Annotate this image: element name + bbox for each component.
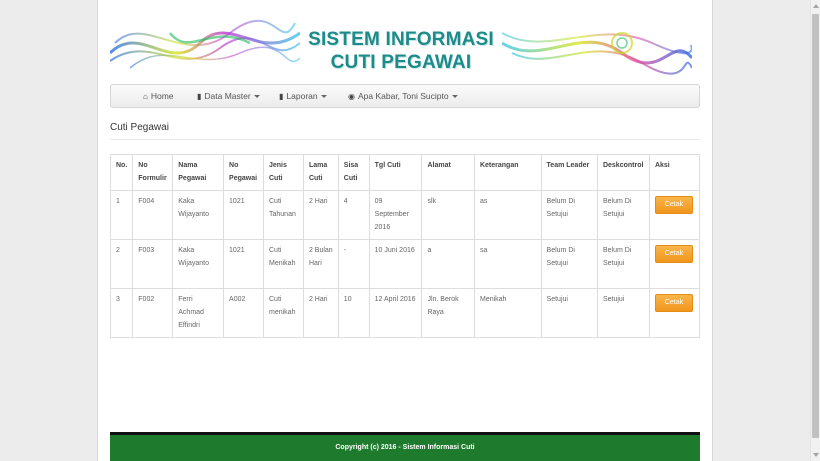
nav-data-master[interactable]: ▮ Data Master bbox=[197, 85, 260, 107]
col-header-jenis-cuti: Jenis Cuti bbox=[263, 154, 304, 191]
cell-tgl-cuti: 10 Juni 2016 bbox=[368, 239, 423, 289]
cell-nama-pegawai: Kaka Wijayanto bbox=[172, 190, 225, 240]
cetak-button[interactable]: Cetak bbox=[654, 294, 693, 312]
col-header-sisa-cuti: Sisa Cuti bbox=[337, 154, 370, 191]
table-row: 2 F003 Kaka Wijayanto 1021 Cuti Menikah … bbox=[109, 239, 701, 289]
cetak-button[interactable]: Cetak bbox=[654, 196, 693, 214]
cell-nama-pegawai: Ferri Achmad Effindri bbox=[172, 288, 225, 338]
cell-team-leader: Belum Di Setujui bbox=[540, 239, 598, 289]
cell-sisa-cuti: 10 bbox=[337, 288, 370, 338]
table-header-row: No. No Formulir Nama Pegawai No Pegawai … bbox=[109, 154, 701, 191]
cell-team-leader: Setujui bbox=[540, 288, 598, 338]
file-icon: ▮ bbox=[197, 92, 202, 101]
cell-keterangan: sa bbox=[473, 239, 542, 289]
cell-team-leader: Belum Di Setujui bbox=[540, 190, 598, 240]
cell-alamat: a bbox=[421, 239, 475, 289]
divider bbox=[110, 139, 700, 140]
page-container: SISTEM INFORMASI CUTI PEGAWAI ⌂ Home ▮ Dat… bbox=[97, 0, 713, 461]
col-header-lama-cuti: Lama Cuti bbox=[302, 154, 339, 191]
col-header-aksi: Aksi bbox=[648, 154, 701, 191]
nav-user-menu[interactable]: ◉ Apa Kabar, Toni Sucipto bbox=[348, 85, 458, 107]
cell-deskcontrol: Belum Di Setujui bbox=[596, 239, 650, 289]
cell-lama-cuti: 2 Hari bbox=[302, 288, 339, 338]
cell-no-pegawai: A002 bbox=[223, 288, 264, 338]
cell-deskcontrol: Setujui bbox=[596, 288, 650, 338]
nav-laporan-label: Laporan bbox=[286, 91, 318, 101]
cell-jenis-cuti: Cuti menikah bbox=[263, 288, 304, 338]
cell-aksi: Cetak bbox=[648, 288, 701, 338]
nav-laporan[interactable]: ▮ Laporan bbox=[279, 85, 327, 107]
cell-alamat: Jln. Berok Raya bbox=[421, 288, 475, 338]
nav-home-label: Home bbox=[150, 91, 174, 101]
home-icon: ⌂ bbox=[143, 92, 148, 101]
page-title: Cuti Pegawai bbox=[110, 122, 169, 133]
banner-title-line2: CUTI PEGAWAI bbox=[330, 52, 472, 73]
cell-keterangan: Menikah bbox=[473, 288, 542, 338]
col-header-team-leader: Team Leader bbox=[540, 154, 598, 191]
col-header-no-formulir: No Formulir bbox=[132, 154, 174, 191]
chevron-down-icon bbox=[253, 95, 260, 99]
page-footer: Copyright (c) 2016 - Sistem Informasi Cu… bbox=[110, 432, 700, 461]
header-banner: SISTEM INFORMASI CUTI PEGAWAI bbox=[110, 13, 692, 81]
cell-lama-cuti: 2 Hari bbox=[302, 190, 339, 240]
table-row: 3 F002 Ferri Achmad Effindri A002 Cuti m… bbox=[109, 288, 701, 338]
cell-deskcontrol: Belum Di Setujui bbox=[596, 190, 650, 240]
file-icon: ▮ bbox=[279, 92, 284, 101]
globe-icon: ◉ bbox=[348, 92, 355, 101]
top-navbar: ⌂ Home ▮ Data Master ▮ Laporan ◉ Apa Kabar, … bbox=[110, 84, 700, 108]
chevron-down-icon bbox=[451, 95, 458, 99]
scrollbar-thumb[interactable] bbox=[812, 14, 819, 438]
cell-jenis-cuti: Cuti Menikah bbox=[263, 239, 304, 289]
cell-aksi: Cetak bbox=[648, 190, 701, 240]
cell-no: 1 bbox=[109, 190, 134, 240]
cell-tgl-cuti: 12 April 2016 bbox=[368, 288, 423, 338]
cell-sisa-cuti: 4 bbox=[337, 190, 370, 240]
cell-no-pegawai: 1021 bbox=[223, 239, 264, 289]
nav-data-master-label: Data Master bbox=[204, 91, 251, 101]
cell-no-formulir: F004 bbox=[132, 190, 174, 240]
scroll-up-arrow-icon[interactable] bbox=[813, 4, 819, 8]
cell-no-formulir: F002 bbox=[132, 288, 174, 338]
cetak-button[interactable]: Cetak bbox=[654, 245, 693, 263]
banner-title-line1: SISTEM INFORMASI bbox=[308, 29, 494, 50]
cell-jenis-cuti: Cuti Tahunan bbox=[263, 190, 304, 240]
col-header-no: No. bbox=[109, 154, 134, 191]
cell-tgl-cuti: 09 September 2016 bbox=[368, 190, 423, 240]
cell-no: 2 bbox=[109, 239, 134, 289]
leave-table: No. No Formulir Nama Pegawai No Pegawai … bbox=[109, 154, 701, 338]
col-header-deskcontrol: Deskcontrol bbox=[596, 154, 650, 191]
cell-nama-pegawai: Kaka Wijayanto bbox=[172, 239, 225, 289]
cell-lama-cuti: 2 Bulan Hari bbox=[302, 239, 339, 289]
nav-home[interactable]: ⌂ Home bbox=[143, 85, 174, 107]
cell-aksi: Cetak bbox=[648, 239, 701, 289]
col-header-keterangan: Keterangan bbox=[473, 154, 542, 191]
cell-no: 3 bbox=[109, 288, 134, 338]
cell-keterangan: as bbox=[473, 190, 542, 240]
cell-no-formulir: F003 bbox=[132, 239, 174, 289]
cell-no-pegawai: 1021 bbox=[223, 190, 264, 240]
cell-alamat: slk bbox=[421, 190, 475, 240]
col-header-alamat: Alamat bbox=[421, 154, 475, 191]
scroll-down-arrow-icon[interactable] bbox=[813, 453, 819, 457]
chevron-down-icon bbox=[320, 95, 327, 99]
vertical-scrollbar[interactable] bbox=[810, 0, 820, 461]
copyright-text: Copyright (c) 2016 - Sistem Informasi Cu… bbox=[335, 444, 475, 451]
table-row: 1 F004 Kaka Wijayanto 1021 Cuti Tahunan … bbox=[109, 190, 701, 240]
col-header-no-pegawai: No Pegawai bbox=[223, 154, 264, 191]
col-header-nama-pegawai: Nama Pegawai bbox=[172, 154, 225, 191]
col-header-tgl-cuti: Tgl Cuti bbox=[368, 154, 423, 191]
cell-sisa-cuti: - bbox=[337, 239, 370, 289]
banner-title: SISTEM INFORMASI CUTI PEGAWAI bbox=[110, 28, 692, 74]
nav-user-menu-label: Apa Kabar, Toni Sucipto bbox=[357, 91, 449, 101]
